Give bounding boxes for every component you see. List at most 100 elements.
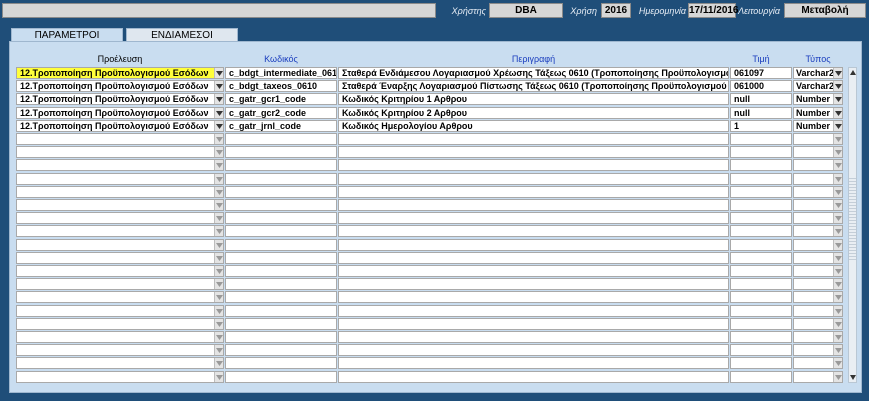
row-origin-field[interactable]: 12.Τροποποίηση Προϋπολογισμού Εσόδων (16, 107, 224, 119)
empty-row-type-field[interactable] (793, 186, 843, 198)
empty-row-description-field[interactable] (338, 278, 729, 290)
empty-row-value-field[interactable] (730, 344, 792, 356)
empty-row-description-field[interactable] (338, 133, 729, 145)
row-value-field[interactable]: null (730, 107, 792, 119)
empty-row-type-field[interactable] (793, 371, 843, 383)
row-value-field[interactable]: 1 (730, 120, 792, 132)
row-type-field[interactable]: Number (793, 120, 843, 132)
dropdown-arrow-icon[interactable] (833, 200, 842, 210)
empty-row-value-field[interactable] (730, 173, 792, 185)
empty-row-description-field[interactable] (338, 291, 729, 303)
empty-row-type-field[interactable] (793, 252, 843, 264)
dropdown-arrow-icon[interactable] (833, 253, 842, 263)
dropdown-arrow-icon[interactable] (214, 81, 223, 91)
empty-row-value-field[interactable] (730, 186, 792, 198)
empty-row-code-field[interactable] (225, 212, 337, 224)
dropdown-arrow-icon[interactable] (833, 147, 842, 157)
empty-row-type-field[interactable] (793, 225, 843, 237)
empty-row-origin-field[interactable] (16, 344, 224, 356)
empty-row-value-field[interactable] (730, 291, 792, 303)
empty-row-description-field[interactable] (338, 331, 729, 343)
dropdown-arrow-icon[interactable] (214, 358, 223, 368)
empty-row-code-field[interactable] (225, 344, 337, 356)
empty-row-type-field[interactable] (793, 159, 843, 171)
dropdown-arrow-icon[interactable] (214, 345, 223, 355)
empty-row-description-field[interactable] (338, 357, 729, 369)
dropdown-arrow-icon[interactable] (214, 94, 223, 104)
empty-row-code-field[interactable] (225, 252, 337, 264)
row-description-field[interactable]: Κωδικός Κριτηρίου 2 Αρθρου (338, 107, 729, 119)
empty-row-origin-field[interactable] (16, 331, 224, 343)
empty-row-code-field[interactable] (225, 318, 337, 330)
empty-row-origin-field[interactable] (16, 146, 224, 158)
empty-row-code-field[interactable] (225, 173, 337, 185)
empty-row-type-field[interactable] (793, 278, 843, 290)
empty-row-value-field[interactable] (730, 252, 792, 264)
dropdown-arrow-icon[interactable] (833, 266, 842, 276)
row-description-field[interactable]: Σταθερά Έναρξης Λογαριασμού Πίστωσης Τάξ… (338, 80, 729, 92)
dropdown-arrow-icon[interactable] (833, 292, 842, 302)
empty-row-origin-field[interactable] (16, 225, 224, 237)
dropdown-arrow-icon[interactable] (833, 279, 842, 289)
scroll-down-arrow-icon[interactable] (849, 373, 856, 382)
empty-row-code-field[interactable] (225, 265, 337, 277)
empty-row-type-field[interactable] (793, 239, 843, 251)
empty-row-description-field[interactable] (338, 199, 729, 211)
dropdown-arrow-icon[interactable] (833, 319, 842, 329)
dropdown-arrow-icon[interactable] (833, 240, 842, 250)
dropdown-arrow-icon[interactable] (214, 68, 223, 78)
empty-row-origin-field[interactable] (16, 199, 224, 211)
dropdown-arrow-icon[interactable] (214, 121, 223, 131)
dropdown-arrow-icon[interactable] (214, 266, 223, 276)
empty-row-description-field[interactable] (338, 344, 729, 356)
dropdown-arrow-icon[interactable] (833, 372, 842, 382)
empty-row-description-field[interactable] (338, 173, 729, 185)
row-value-field[interactable]: 061097 (730, 67, 792, 79)
dropdown-arrow-icon[interactable] (214, 279, 223, 289)
empty-row-value-field[interactable] (730, 278, 792, 290)
dropdown-arrow-icon[interactable] (214, 253, 223, 263)
dropdown-arrow-icon[interactable] (833, 226, 842, 236)
dropdown-arrow-icon[interactable] (214, 332, 223, 342)
empty-row-type-field[interactable] (793, 173, 843, 185)
empty-row-type-field[interactable] (793, 212, 843, 224)
dropdown-arrow-icon[interactable] (833, 306, 842, 316)
empty-row-code-field[interactable] (225, 278, 337, 290)
empty-row-description-field[interactable] (338, 186, 729, 198)
empty-row-type-field[interactable] (793, 305, 843, 317)
empty-row-description-field[interactable] (338, 212, 729, 224)
row-type-field[interactable]: Varchar2 (793, 80, 843, 92)
vertical-scrollbar[interactable] (848, 67, 857, 383)
dropdown-arrow-icon[interactable] (833, 345, 842, 355)
dropdown-arrow-icon[interactable] (214, 306, 223, 316)
dropdown-arrow-icon[interactable] (833, 174, 842, 184)
empty-row-value-field[interactable] (730, 357, 792, 369)
dropdown-arrow-icon[interactable] (214, 292, 223, 302)
empty-row-value-field[interactable] (730, 133, 792, 145)
scrollbar-thumb[interactable] (849, 176, 856, 260)
row-code-field[interactable]: c_bdgt_taxeos_0610 (225, 80, 337, 92)
empty-row-description-field[interactable] (338, 252, 729, 264)
dropdown-arrow-icon[interactable] (214, 200, 223, 210)
empty-row-origin-field[interactable] (16, 239, 224, 251)
empty-row-value-field[interactable] (730, 305, 792, 317)
scroll-up-arrow-icon[interactable] (849, 68, 856, 77)
dropdown-arrow-icon[interactable] (214, 319, 223, 329)
empty-row-code-field[interactable] (225, 186, 337, 198)
dropdown-arrow-icon[interactable] (833, 187, 842, 197)
dropdown-arrow-icon[interactable] (833, 81, 842, 91)
row-description-field[interactable]: Κωδικός Ημερολογίου Αρθρου (338, 120, 729, 132)
dropdown-arrow-icon[interactable] (214, 372, 223, 382)
empty-row-code-field[interactable] (225, 291, 337, 303)
empty-row-value-field[interactable] (730, 225, 792, 237)
empty-row-origin-field[interactable] (16, 357, 224, 369)
empty-row-code-field[interactable] (225, 159, 337, 171)
empty-row-value-field[interactable] (730, 318, 792, 330)
dropdown-arrow-icon[interactable] (214, 147, 223, 157)
empty-row-code-field[interactable] (225, 305, 337, 317)
empty-row-origin-field[interactable] (16, 318, 224, 330)
empty-row-type-field[interactable] (793, 146, 843, 158)
dropdown-arrow-icon[interactable] (833, 121, 842, 131)
row-code-field[interactable]: c_gatr_gcr1_code (225, 93, 337, 105)
empty-row-value-field[interactable] (730, 146, 792, 158)
